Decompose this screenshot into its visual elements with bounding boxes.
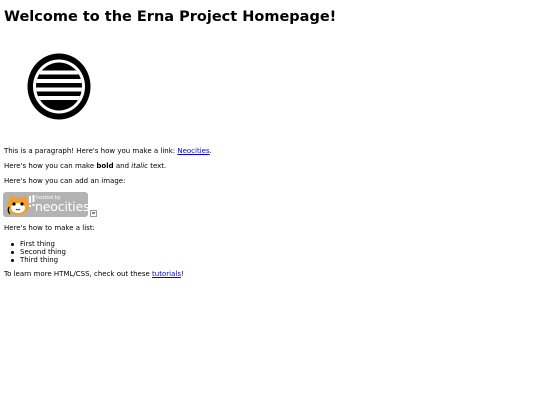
formatting-text: Here's how you can make bold and italic … [4, 162, 166, 171]
learn-more-after: ! [180, 270, 184, 278]
formatting-middle: and [113, 162, 132, 170]
paragraph-link-text: This is a paragraph! Here's how you make… [4, 147, 212, 156]
image-intro-text: Here's how you can add an image: [4, 177, 126, 185]
formatting-after: text. [147, 162, 167, 170]
paragraph-text: This is a paragraph! Here's how you make… [4, 147, 178, 155]
neocities-cat-icon [7, 194, 35, 215]
neocities-link[interactable]: Neocities [177, 147, 209, 155]
learn-more-text: To learn more HTML/CSS, check out these … [4, 270, 184, 279]
paragraph-end: . [209, 147, 212, 155]
list-intro-text: Here's how to make a list: [4, 224, 95, 232]
learn-more-before: To learn more HTML/CSS, check out these [4, 270, 153, 278]
hosted-by-neocities-badge[interactable]: hosted by neocities [3, 192, 88, 217]
italic-word: italic [131, 162, 148, 170]
tutorials-link[interactable]: tutorials [152, 270, 181, 278]
list-item: First thing [4, 240, 66, 248]
bullet-list: First thing Second thing Third thing [4, 240, 66, 264]
list-item: Second thing [4, 248, 66, 256]
page-heading: Welcome to the Erna Project Homepage! [4, 9, 337, 25]
broken-image-icon [90, 210, 97, 217]
bold-word: bold [96, 162, 114, 170]
list-item: Third thing [4, 256, 66, 264]
formatting-before: Here's how you can make [4, 162, 97, 170]
striped-circle-logo-icon [27, 53, 91, 120]
badge-brand-text: neocities [35, 199, 88, 214]
page: Welcome to the Erna Project Homepage! Th… [0, 0, 540, 405]
